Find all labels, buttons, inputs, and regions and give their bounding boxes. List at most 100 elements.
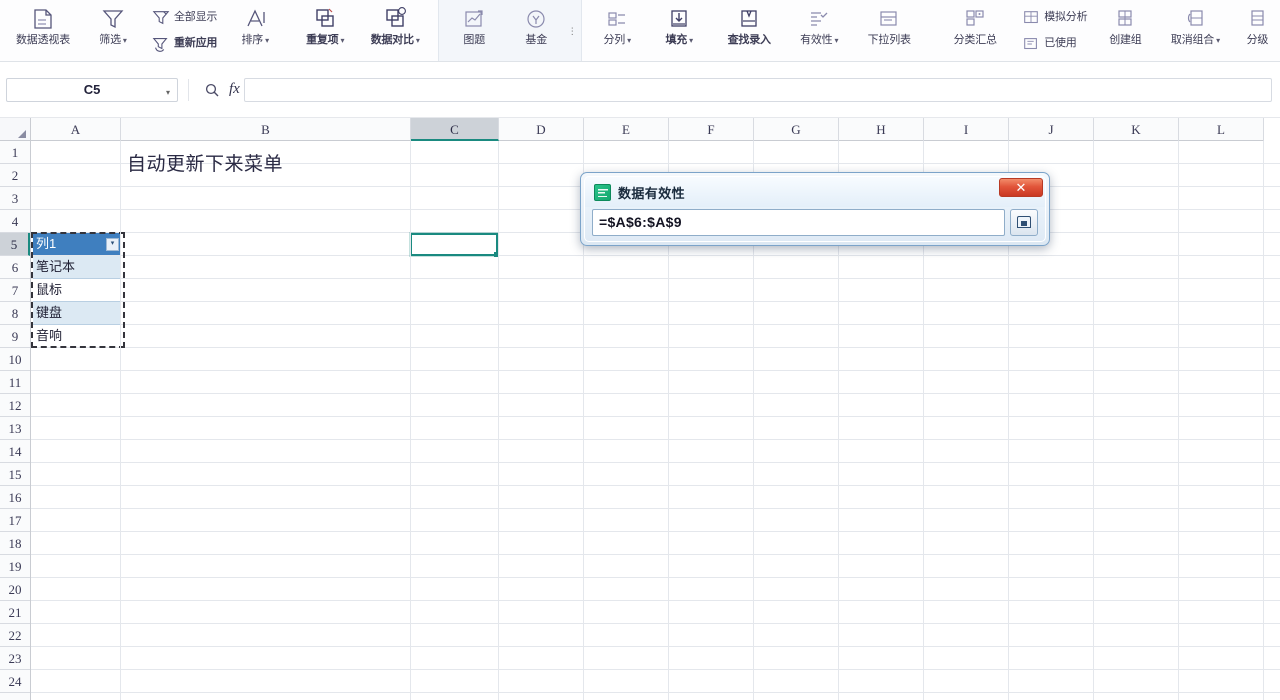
fx-icon[interactable]: fx [225,81,244,98]
row-header-21[interactable]: 21 [0,601,30,624]
ribbon-group-analysis: 模拟分析 已使用 [1018,0,1090,61]
ribbon-label-ungroup: 取消组合 ▾ [1170,34,1220,46]
row-header-23[interactable]: 23 [0,647,30,670]
dialog-body [585,207,1045,241]
column-header-E[interactable]: E [584,118,669,141]
row-header-16[interactable]: 16 [0,486,30,509]
filter-dropdown-icon[interactable]: ▾ [106,237,119,251]
data-source-icon [26,4,60,34]
column-header-I[interactable]: I [924,118,1009,141]
ribbon-button-simulate-analysis[interactable]: 模拟分析 [1021,5,1088,31]
active-cell-C5[interactable] [410,233,499,257]
row-header-9[interactable]: 9 [0,325,30,348]
ribbon-button-duplicate-items[interactable]: 重复项 ▾ [294,0,356,61]
ribbon-button-reapply[interactable]: 重新应用 [151,31,217,57]
dropdown-list-icon [872,4,906,34]
dialog-titlebar[interactable]: 数据有效性 ✕ [585,177,1045,207]
row-header-8[interactable]: 8 [0,302,30,325]
ribbon-button-filter[interactable]: 筛选 ▾ [82,0,144,61]
ribbon-group-subtotal: 分类汇总 [932,0,1018,61]
gridline-vertical [120,141,121,700]
column-header-L[interactable]: L [1179,118,1264,141]
table-row-divider [33,324,121,325]
select-all-corner[interactable] [0,118,31,141]
row-header-25[interactable]: 25 [0,693,30,700]
ribbon-button-sort[interactable]: 排序 ▾ [224,0,286,61]
search-icon[interactable] [199,78,225,102]
ribbon-group-outline: 创建组 取消组合 ▾ 分级 [1090,0,1280,61]
column-header-A[interactable]: A [31,118,121,141]
ribbon-button-pivot-table[interactable]: 数据透视表 [4,0,82,61]
row-header-15[interactable]: 15 [0,463,30,486]
row-header-18[interactable]: 18 [0,532,30,555]
row-header-5[interactable]: 5 [0,233,30,256]
column-header-H[interactable]: H [839,118,924,141]
row-header-17[interactable]: 17 [0,509,30,532]
cell-A6[interactable]: 笔记本 [36,256,75,278]
ribbon-button-lookup-entry[interactable]: 查找录入 [710,0,788,61]
row-header-12[interactable]: 12 [0,394,30,417]
ribbon-button-dropdown-list[interactable]: 下拉列表 [850,0,928,61]
ribbon-button-fund[interactable]: 基金 [505,0,567,61]
reapply-icon [151,34,171,54]
column-header-B[interactable]: B [121,118,411,141]
ribbon-button-split-columns[interactable]: 分列 ▾ [586,0,648,61]
column-header-C[interactable]: C [411,118,499,141]
row-header-14[interactable]: 14 [0,440,30,463]
range-picker-glyph [1017,216,1031,228]
gridline-vertical [498,141,499,700]
row-header-11[interactable]: 11 [0,371,30,394]
column-header-F[interactable]: F [669,118,754,141]
row-header-2[interactable]: 2 [0,164,30,187]
ribbon-button-ungroup[interactable]: 取消组合 ▾ [1156,0,1234,61]
select-all-icon [18,130,26,138]
chart-icon [457,4,491,34]
lookup-entry-icon [732,4,766,34]
ribbon-button-record-single[interactable]: 已使用 [1021,31,1087,57]
formula-input[interactable] [243,77,1272,102]
row-header-20[interactable]: 20 [0,578,30,601]
cell-A9[interactable]: 音响 [36,325,62,347]
row-header-22[interactable]: 22 [0,624,30,647]
ribbon-button-split-level[interactable]: 分级 [1234,0,1280,61]
range-picker-icon[interactable] [1010,208,1038,236]
ungroup-icon [1178,4,1212,34]
ribbon-button-chart[interactable]: 图题 [443,0,505,61]
column-header-D[interactable]: D [499,118,584,141]
row-header-3[interactable]: 3 [0,187,30,210]
ribbon-button-show-all[interactable]: 全部显示 [151,5,217,31]
ribbon-label-pivot-table: 数据透视表 [16,34,70,46]
ribbon-button-create-group[interactable]: 创建组 [1094,0,1156,61]
row-header-13[interactable]: 13 [0,417,30,440]
row-header-24[interactable]: 24 [0,670,30,693]
cell-A7[interactable]: 鼠标 [36,279,62,301]
row-header-19[interactable]: 19 [0,555,30,578]
chevron-down-icon: ▾ [1216,36,1220,45]
row-header-6[interactable]: 6 [0,256,30,279]
ribbon-group-duplicates: 重复项 ▾ 数据对比 ▾ [290,0,438,61]
dialog-inner: 数据有效性 ✕ [584,176,1046,242]
ribbon-label-create-group: 创建组 [1109,34,1142,46]
ribbon-button-validity[interactable]: 有效性 ▾ [788,0,850,61]
row-header-10[interactable]: 10 [0,348,30,371]
dialog-title: 数据有效性 [618,185,686,201]
column-header-J[interactable]: J [1009,118,1094,141]
ribbon-overflow-button[interactable]: ⋮ [567,0,577,61]
row-header-4[interactable]: 4 [0,210,30,233]
range-reference-input[interactable] [592,208,1005,236]
row-header-1[interactable]: 1 [0,141,30,164]
close-icon[interactable]: ✕ [999,178,1043,197]
column-header-K[interactable]: K [1094,118,1179,141]
table-header-cell-A5[interactable]: 列1 ▾ [33,233,121,255]
ribbon-button-data-compare[interactable]: 数据对比 ▾ [356,0,434,61]
cell-B1-title[interactable]: 自动更新下来菜单 [127,153,283,177]
ribbon-group-columns: 分列 ▾ 填充 ▾ 查找录入 有效性 ▾ 下拉列表 [582,0,932,61]
data-validation-dialog[interactable]: 数据有效性 ✕ [580,172,1050,246]
ribbon-button-subtotal[interactable]: 分类汇总 [936,0,1014,61]
row-header-7[interactable]: 7 [0,279,30,302]
column-header-G[interactable]: G [754,118,839,141]
name-box[interactable]: C5 ▾ [6,77,178,102]
ribbon-button-fill[interactable]: 填充 ▾ [648,0,710,61]
formula-bar: C5 ▾ fx [0,62,1280,118]
cell-A8[interactable]: 键盘 [36,302,62,324]
